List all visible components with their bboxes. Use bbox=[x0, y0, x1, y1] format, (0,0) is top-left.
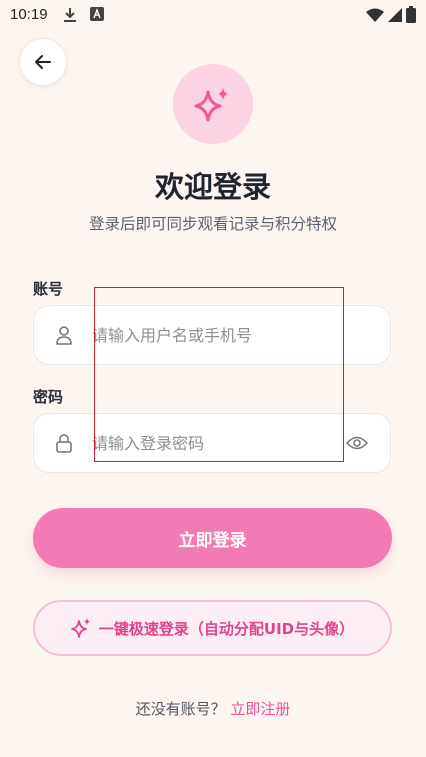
wifi-icon bbox=[366, 8, 384, 22]
password-input[interactable] bbox=[92, 414, 332, 472]
user-icon bbox=[56, 326, 72, 345]
quick-login-button[interactable]: 一键极速登录（自动分配UID与头像） bbox=[33, 600, 392, 656]
page-title: 欢迎登录 bbox=[154, 170, 271, 204]
account-label: 账号 bbox=[33, 280, 64, 298]
lock-icon bbox=[56, 434, 72, 453]
login-button[interactable]: 立即登录 bbox=[33, 508, 392, 568]
sparkle-icon bbox=[70, 618, 90, 638]
a-square-icon bbox=[90, 7, 104, 21]
status-bar: 10:19 bbox=[0, 0, 426, 30]
back-button[interactable] bbox=[19, 38, 67, 86]
download-icon bbox=[64, 8, 76, 22]
no-account-text: 还没有账号？ bbox=[135, 700, 226, 718]
password-field[interactable] bbox=[33, 413, 391, 473]
eye-icon[interactable] bbox=[346, 435, 368, 451]
status-time: 10:19 bbox=[10, 6, 48, 23]
sparkle-icon bbox=[194, 88, 228, 122]
logo-badge bbox=[173, 64, 253, 144]
battery-icon bbox=[406, 6, 416, 23]
quick-login-label: 一键极速登录（自动分配UID与头像） bbox=[98, 619, 355, 638]
register-link[interactable]: 立即注册 bbox=[230, 700, 290, 718]
account-field[interactable] bbox=[33, 305, 391, 365]
arrow-left-icon bbox=[35, 55, 51, 69]
page-subtitle: 登录后即可同步观看记录与积分特权 bbox=[88, 215, 337, 233]
password-label: 密码 bbox=[33, 388, 64, 406]
register-prompt: 还没有账号？ 立即注册 bbox=[0, 698, 426, 719]
account-input[interactable] bbox=[92, 306, 332, 364]
signal-icon bbox=[388, 8, 402, 22]
